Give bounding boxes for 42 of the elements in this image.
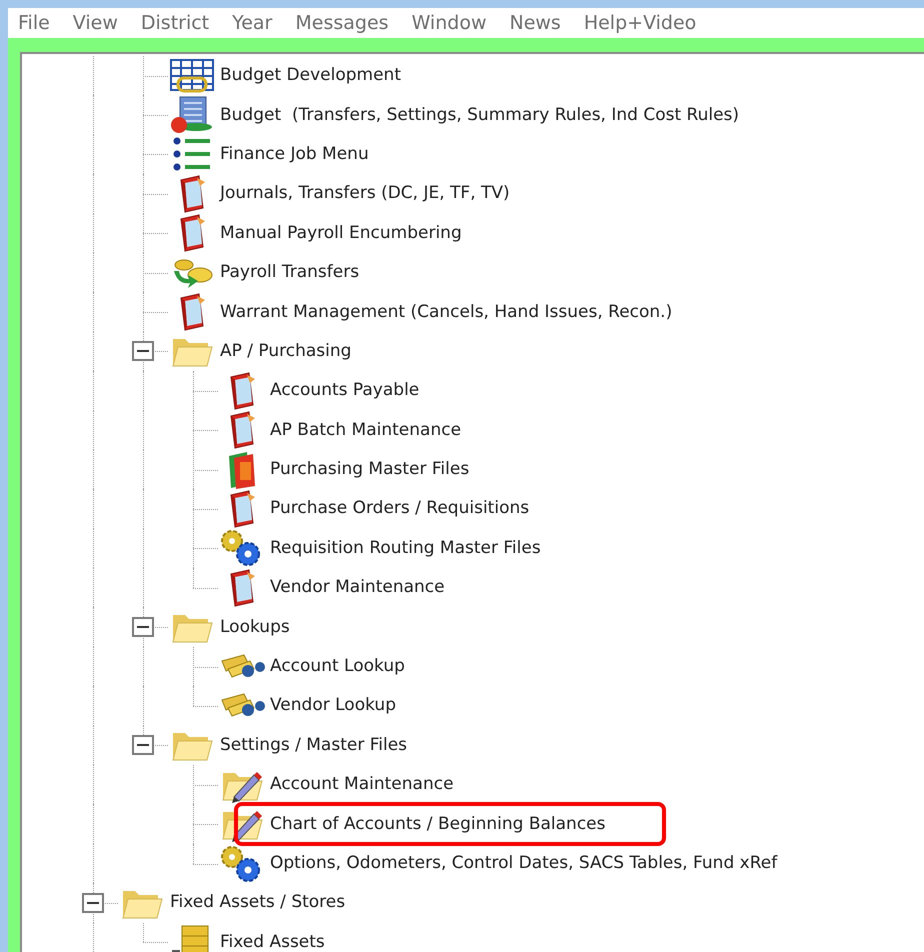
menu-item[interactable]: View [72,14,118,32]
tree-item[interactable]: Finance Job Menu [220,146,369,163]
collapse-toggle[interactable] [132,735,154,756]
minus-icon [137,744,149,746]
collapse-toggle[interactable] [132,617,154,638]
tree-item[interactable]: Vendor Lookup [270,697,396,714]
tree-item[interactable]: AP / Purchasing [220,342,352,360]
list-icon [172,136,212,172]
collapse-toggle[interactable] [82,892,104,913]
tree-item[interactable]: Purchasing Master Files [270,461,470,478]
tree-item[interactable]: Payroll Transfers [220,264,360,282]
tree-item[interactable]: Fixed Assets [220,934,325,951]
tree-item[interactable]: Account Lookup [270,658,405,676]
menu-item[interactable]: Help+Video [584,14,696,32]
menu-item[interactable]: Messages [295,14,389,32]
tree-item[interactable]: Requisition Routing Master Files [270,540,541,557]
tree-item[interactable]: Warrant Management (Cancels, Hand Issues, Recon.) [220,304,672,321]
menu-item[interactable]: Window [412,14,486,32]
tree-item[interactable]: Budget (Transfers, Settings, Summary Rules, Ind Cost Rules) [220,106,740,124]
menu-item[interactable]: District [140,14,210,32]
menu-item[interactable]: File [18,14,50,32]
tree-item[interactable]: Chart of Accounts / Beginning Balances [270,816,606,833]
tree-item[interactable]: Options, Odometers, Control Dates, SACS Tables, Fund xRef [270,855,778,872]
tree-item[interactable]: Manual Payroll Encumbering [220,224,462,242]
tree-item[interactable]: Budget Development [220,67,401,84]
tree-item[interactable]: Purchase Orders / Requisitions [270,500,530,518]
menu-item[interactable]: Year [232,14,272,32]
minus-icon [137,350,149,352]
minus-icon [137,626,149,628]
collapse-toggle[interactable] [132,341,154,362]
tree-item[interactable]: Account Maintenance [270,776,454,794]
menu-item[interactable]: News [509,14,561,32]
building-icon [170,95,214,136]
minus-icon [87,902,99,904]
tree-item[interactable]: AP Batch Maintenance [270,422,462,439]
grid-icon [170,58,214,93]
tree-item[interactable]: Vendor Maintenance [270,579,445,596]
tree-item[interactable]: Journals, Transfers (DC, JE, TF, TV) [220,185,510,202]
tree-item[interactable]: Accounts Payable [270,382,420,400]
tree-item[interactable]: Settings / Master Files [220,736,408,754]
tree-item[interactable]: Fixed Assets / Stores [170,894,346,912]
tree-item[interactable]: Lookups [220,618,290,636]
